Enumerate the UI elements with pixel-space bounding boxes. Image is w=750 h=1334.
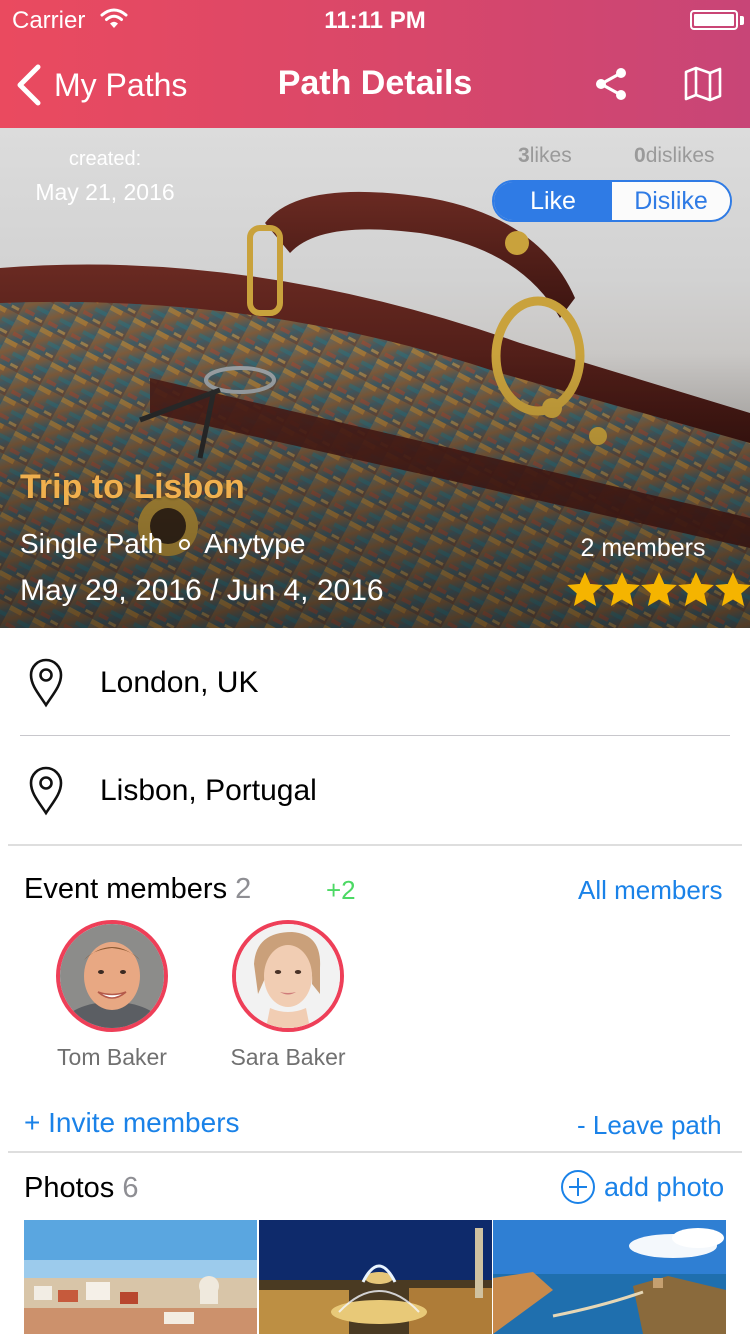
location-pin-icon bbox=[29, 766, 63, 816]
trip-title: Trip to Lisbon bbox=[20, 468, 245, 506]
likes-summary: 3likes bbox=[518, 144, 572, 168]
star-icon bbox=[715, 572, 750, 607]
location-row-start[interactable]: London, UK bbox=[0, 628, 750, 736]
dislike-button[interactable]: Dislike bbox=[612, 182, 730, 220]
created-info: created: May 21, 2016 bbox=[0, 148, 210, 206]
likes-label: likes bbox=[529, 144, 572, 167]
section-divider bbox=[8, 1151, 742, 1153]
star-icon bbox=[604, 572, 640, 607]
location-label: Lisbon, Portugal bbox=[100, 774, 317, 807]
dislikes-label: dislikes bbox=[645, 144, 715, 167]
invite-members-link[interactable]: + Invite members bbox=[24, 1107, 240, 1139]
hero-banner: created: May 21, 2016 3likes 0dislikes L… bbox=[0, 128, 750, 628]
members-extra-count: +2 bbox=[326, 875, 356, 905]
member-name: Sara Baker bbox=[230, 1044, 346, 1070]
member-item[interactable]: Tom Baker bbox=[42, 920, 182, 1071]
star-icon bbox=[567, 572, 603, 607]
status-bar: Carrier 11:11 PM bbox=[0, 0, 750, 40]
coast-photo bbox=[493, 1220, 726, 1334]
map-icon[interactable] bbox=[682, 64, 724, 104]
star-icon bbox=[678, 572, 714, 607]
share-icon[interactable] bbox=[592, 64, 632, 104]
created-date: May 21, 2016 bbox=[35, 179, 175, 205]
lisbon-city-photo bbox=[24, 1220, 257, 1334]
votes-summary: 3likes 0dislikes bbox=[494, 144, 732, 174]
plus-circle-icon bbox=[561, 1170, 595, 1204]
battery-icon bbox=[690, 10, 738, 30]
members-title-count: 2 bbox=[235, 873, 252, 905]
photos-title-count: 6 bbox=[122, 1172, 139, 1204]
chevron-left-icon bbox=[17, 64, 41, 106]
location-pin-icon bbox=[29, 658, 63, 708]
nav-bar: My Paths Path Details bbox=[0, 40, 750, 128]
trip-dates: May 29, 2016 / Jun 4, 2016 bbox=[20, 574, 384, 607]
members-section-title: Event members 2 bbox=[24, 873, 251, 906]
page-title: Path Details bbox=[277, 64, 473, 102]
add-photo-button[interactable]: add photo bbox=[560, 1168, 724, 1206]
photo-thumbnail[interactable] bbox=[24, 1220, 257, 1334]
member-item[interactable]: Sara Baker bbox=[218, 920, 358, 1071]
photos-title-label: Photos bbox=[24, 1172, 115, 1204]
member-avatar-tom bbox=[60, 924, 164, 1028]
back-label: My Paths bbox=[54, 66, 188, 103]
section-divider bbox=[8, 844, 742, 846]
dislikes-count: 0 bbox=[634, 144, 646, 167]
separator-dot-icon bbox=[179, 538, 191, 550]
location-label: London, UK bbox=[100, 666, 259, 699]
dislikes-summary: 0dislikes bbox=[634, 144, 715, 168]
rating-stars bbox=[567, 572, 750, 608]
all-members-link[interactable]: All members bbox=[578, 875, 722, 906]
member-avatar-sara bbox=[236, 924, 340, 1028]
created-label: created: bbox=[68, 148, 142, 170]
path-kind: Anytype bbox=[204, 528, 306, 559]
likes-count: 3 bbox=[518, 144, 530, 167]
location-row-destination[interactable]: Lisbon, Portugal bbox=[0, 736, 750, 844]
members-count: 2 members bbox=[580, 534, 706, 562]
photos-section-title: Photos 6 bbox=[24, 1172, 139, 1205]
leave-path-link[interactable]: - Leave path bbox=[577, 1110, 722, 1141]
trip-type: Single Path Anytype bbox=[20, 528, 305, 560]
avatar[interactable] bbox=[232, 920, 344, 1032]
battery-tip bbox=[740, 16, 744, 25]
vote-segmented-control: Like Dislike bbox=[492, 180, 732, 222]
fountain-photo bbox=[259, 1220, 492, 1334]
photo-thumbnail[interactable] bbox=[493, 1220, 726, 1334]
photo-thumbnail[interactable] bbox=[259, 1220, 492, 1334]
header: Carrier 11:11 PM My Paths Path Details bbox=[0, 0, 750, 128]
back-button[interactable]: My Paths bbox=[14, 60, 187, 110]
like-button[interactable]: Like bbox=[494, 182, 612, 220]
status-time: 11:11 PM bbox=[324, 7, 426, 34]
star-icon bbox=[641, 572, 677, 607]
path-type: Single Path bbox=[20, 528, 164, 559]
add-photo-label: add photo bbox=[604, 1171, 725, 1202]
member-name: Tom Baker bbox=[57, 1044, 167, 1070]
avatar[interactable] bbox=[56, 920, 168, 1032]
members-title-label: Event members bbox=[24, 873, 228, 905]
